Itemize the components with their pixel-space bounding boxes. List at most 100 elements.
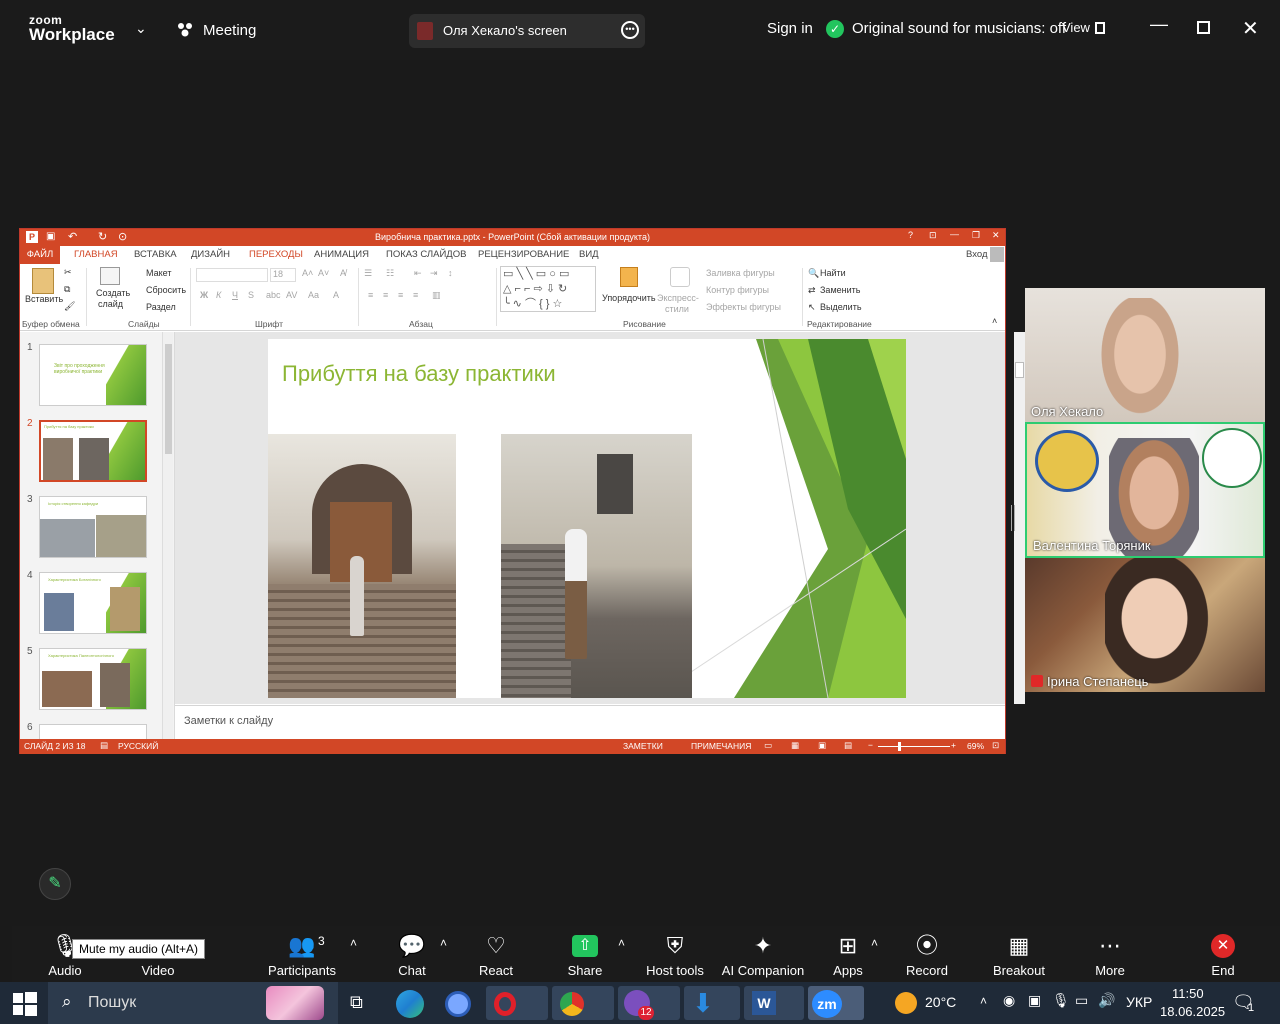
shapes-gallery[interactable]: ▭ ╲ ╲ ▭ ○ ▭ △ ⌐ ⌐ ⇨ ⇩ ↻ ╰ ∿ ⌒ { } ☆: [500, 266, 596, 312]
comments-toggle[interactable]: ПРИМЕЧАНИЯ: [691, 741, 751, 751]
annotate-pen-icon[interactable]: ✎: [39, 868, 71, 900]
chevron-up-icon[interactable]: ˄: [618, 936, 625, 950]
network-icon[interactable]: ▭: [1075, 992, 1088, 1009]
justify-icon[interactable]: ≡: [413, 290, 418, 300]
ai-companion-button[interactable]: ✦ AI Companion: [718, 932, 808, 978]
taskbar-opera[interactable]: [486, 986, 548, 1020]
reading-view-icon[interactable]: ▣: [818, 740, 826, 751]
record-button[interactable]: ⦿ Record: [904, 932, 950, 978]
editor-scrollbar-thumb[interactable]: [1015, 362, 1024, 378]
quick-styles-label-1[interactable]: Экспресс-: [657, 293, 699, 303]
photo-building-entrance[interactable]: [268, 434, 456, 698]
format-painter-icon[interactable]: 🖌: [64, 301, 75, 312]
bullets-icon[interactable]: ☰: [364, 268, 372, 279]
select-button[interactable]: Выделить: [820, 302, 862, 312]
quick-styles-label-2[interactable]: стили: [665, 304, 689, 314]
clock-time[interactable]: 11:50: [1172, 986, 1204, 1001]
new-slide-label-2[interactable]: слайд: [98, 299, 123, 309]
taskbar-zoom[interactable]: zm: [808, 986, 864, 1020]
location-icon[interactable]: ◉: [1003, 992, 1015, 1009]
fit-to-window-icon[interactable]: ⊡: [992, 740, 999, 751]
camera-icon[interactable]: ▣: [1028, 992, 1041, 1009]
more-button[interactable]: ⋯ More: [1094, 932, 1126, 978]
task-view-icon[interactable]: ⧉: [350, 992, 363, 1013]
volume-icon[interactable]: 🔊: [1098, 992, 1115, 1009]
chevron-up-icon[interactable]: ˄: [350, 936, 357, 950]
shadow-icon[interactable]: S: [248, 290, 254, 300]
align-left-icon[interactable]: ≡: [368, 290, 373, 300]
italic-icon[interactable]: К: [216, 290, 221, 300]
react-button[interactable]: ♡ React: [476, 932, 516, 978]
taskbar-chrome-generic[interactable]: [437, 986, 477, 1020]
slide-thumbnail[interactable]: Історія створення кафедри: [39, 496, 147, 558]
windows-start-icon[interactable]: [13, 992, 37, 1019]
ppt-signin-link[interactable]: Вход: [966, 249, 988, 260]
apps-button[interactable]: ⊞ Apps: [830, 932, 866, 978]
line-spacing-icon[interactable]: ↕: [448, 268, 453, 278]
slide-thumbnail[interactable]: Звіт про проходження виробничої практики: [39, 344, 147, 406]
slide-thumbnail[interactable]: Характеристика Палеонтологічного: [39, 648, 147, 710]
shape-fill-button[interactable]: Заливка фигуры: [706, 268, 775, 278]
shrink-font-icon[interactable]: A˅: [318, 268, 329, 278]
end-button[interactable]: ✕ End: [1208, 932, 1238, 978]
replace-button[interactable]: Заменить: [820, 285, 860, 295]
tab-transitions[interactable]: ПЕРЕХОДЫ: [249, 249, 303, 260]
view-button[interactable]: View: [1062, 20, 1090, 35]
cut-icon[interactable]: ✂: [64, 267, 72, 278]
weather-temp[interactable]: 20°C: [925, 994, 956, 1010]
decrease-indent-icon[interactable]: ⇤: [414, 268, 422, 279]
layout-button[interactable]: Макет: [146, 268, 171, 278]
zoom-slider-thumb[interactable]: [898, 742, 901, 751]
taskbar-downloads[interactable]: ⬇: [684, 986, 740, 1020]
select-icon[interactable]: ↖: [808, 302, 816, 313]
meeting-label[interactable]: Meeting: [203, 22, 256, 39]
chevron-up-icon[interactable]: ˄: [980, 994, 987, 1008]
photo-building-plaque[interactable]: [501, 434, 692, 698]
paste-button[interactable]: Вставить: [25, 294, 63, 304]
arrange-icon[interactable]: [620, 267, 638, 287]
clock-date[interactable]: 18.06.2025: [1160, 1004, 1225, 1019]
increase-indent-icon[interactable]: ⇥: [430, 268, 438, 279]
char-spacing-icon[interactable]: AV: [286, 290, 297, 300]
tab-insert[interactable]: ВСТАВКА: [134, 249, 177, 260]
help-icon[interactable]: ?: [908, 230, 913, 240]
zoom-out-icon[interactable]: −: [868, 740, 873, 750]
slide-thumbnail[interactable]: Характеристика Ботанічного: [39, 572, 147, 634]
chevron-down-icon[interactable]: ⌄: [135, 20, 147, 37]
ribbon-display-icon[interactable]: ⊡: [929, 230, 937, 241]
strikethrough-icon[interactable]: abc: [266, 290, 281, 300]
slide-title[interactable]: Прибуття на базу практики: [282, 361, 556, 387]
zoom-percent[interactable]: 69%: [967, 741, 984, 751]
chevron-up-icon[interactable]: ˄: [440, 936, 447, 950]
more-options-icon[interactable]: •••: [621, 21, 639, 39]
weather-icon[interactable]: [895, 992, 917, 1014]
video-tile[interactable]: Ірина Степанець: [1025, 558, 1265, 692]
taskbar-word[interactable]: W: [744, 986, 804, 1020]
slideshow-view-icon[interactable]: ▤: [844, 740, 852, 751]
shape-outline-button[interactable]: Контур фигуры: [706, 285, 769, 295]
tab-design[interactable]: ДИЗАЙН: [191, 249, 230, 260]
spellcheck-icon[interactable]: ▤: [100, 740, 108, 751]
maximize-icon[interactable]: [1197, 21, 1210, 34]
taskbar-chrome[interactable]: [552, 986, 614, 1020]
user-avatar-icon[interactable]: [990, 247, 1004, 262]
replace-icon[interactable]: ⇄: [808, 285, 816, 296]
thumbs-scrollbar[interactable]: [162, 332, 173, 739]
host-tools-button[interactable]: ⛨ Host tools: [644, 932, 706, 978]
columns-icon[interactable]: ▥: [432, 290, 441, 301]
bold-icon[interactable]: Ж: [200, 290, 208, 300]
taskbar-viber[interactable]: 12: [618, 986, 680, 1020]
zoom-in-icon[interactable]: +: [951, 740, 956, 750]
notes-pane[interactable]: Заметки к слайду: [175, 705, 1005, 739]
find-icon[interactable]: 🔍: [808, 268, 819, 279]
clear-format-icon[interactable]: A̸: [340, 268, 346, 278]
language-indicator[interactable]: УКР: [1126, 994, 1152, 1010]
screen-share-pill[interactable]: Оля Хекало's screen •••: [409, 14, 645, 48]
font-family-select[interactable]: [196, 268, 268, 282]
change-case-icon[interactable]: Aa: [308, 290, 319, 300]
slide-thumbnail-selected[interactable]: Прибуття на базу практики: [39, 420, 147, 482]
scrollbar-thumb[interactable]: [165, 344, 172, 454]
ppt-close-icon[interactable]: ✕: [992, 230, 1000, 241]
slide-thumbnail[interactable]: [39, 724, 147, 739]
panel-resize-handle[interactable]: [1011, 505, 1015, 531]
